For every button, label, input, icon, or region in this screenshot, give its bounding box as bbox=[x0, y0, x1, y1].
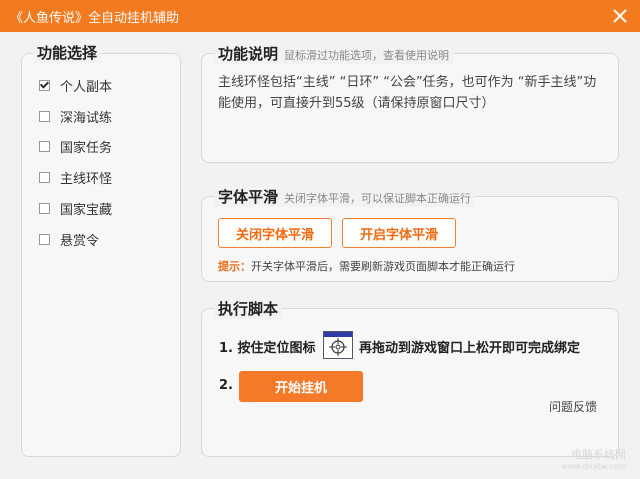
checkbox[interactable] bbox=[39, 110, 50, 122]
start-button[interactable]: 开始挂机 bbox=[239, 371, 363, 402]
watermark-line1: 电脑系统网 bbox=[571, 448, 626, 461]
option-label: 国家宝藏 bbox=[60, 202, 113, 218]
font-smoothing-tip: 提示：开关字体平滑后，需要刷新游戏页面脚本才能正确运行 bbox=[218, 258, 515, 274]
option-item[interactable]: 个人副本 bbox=[39, 75, 112, 95]
execute-legend: 执行脚本 bbox=[214, 298, 283, 319]
option-label: 悬赏令 bbox=[60, 233, 100, 249]
option-label: 国家任务 bbox=[60, 140, 113, 156]
checkbox[interactable] bbox=[39, 233, 50, 245]
feature-legend: 功能选择 bbox=[33, 42, 102, 63]
window-title: 《人鱼传说》全自动挂机辅助 bbox=[10, 11, 180, 26]
option-item[interactable]: 深海试练 bbox=[39, 106, 112, 126]
checkbox[interactable] bbox=[39, 79, 50, 91]
step2-label: 2. bbox=[219, 378, 233, 393]
option-label: 深海试练 bbox=[60, 110, 113, 126]
font-smoothing-hint: 关闭字体平滑，可以保证脚本正确运行 bbox=[284, 192, 472, 205]
tip-text: 开关字体平滑后，需要刷新游戏页面脚本才能正确运行 bbox=[251, 260, 515, 273]
description-text: 主线环怪包括“主线” “日环” “公会”任务，也可作为 “新手主线”功能使用，可… bbox=[218, 75, 597, 111]
step1-suffix: 再拖动到游戏窗口上松开即可完成绑定 bbox=[359, 341, 581, 356]
description-hint: 鼠标滑过功能选项，查看使用说明 bbox=[284, 49, 450, 62]
close-font-smoothing-button[interactable]: 关闭字体平滑 bbox=[218, 218, 332, 248]
step1-prefix: 1. 按住定位图标 bbox=[219, 341, 316, 356]
crosshair-target-icon[interactable] bbox=[323, 331, 353, 359]
checkbox[interactable] bbox=[39, 171, 50, 183]
font-smoothing-legend: 字体平滑 关闭字体平滑，可以保证脚本正确运行 bbox=[214, 186, 476, 207]
title-bar: 《人鱼传说》全自动挂机辅助 bbox=[0, 0, 640, 32]
option-label: 主线环怪 bbox=[60, 171, 113, 187]
watermark-line2: www.dnxtw.com bbox=[561, 462, 626, 471]
description-legend: 功能说明 鼠标滑过功能选项，查看使用说明 bbox=[214, 43, 454, 64]
checkbox[interactable] bbox=[39, 140, 50, 152]
checkbox[interactable] bbox=[39, 202, 50, 214]
watermark: 电脑系统网 www.dnxtw.com bbox=[561, 449, 626, 473]
execute-heading: 执行脚本 bbox=[218, 300, 279, 318]
option-item[interactable]: 主线环怪 bbox=[39, 167, 112, 187]
open-font-smoothing-button[interactable]: 开启字体平滑 bbox=[342, 218, 456, 248]
close-icon[interactable] bbox=[610, 6, 630, 26]
option-label: 个人副本 bbox=[60, 79, 113, 95]
option-item[interactable]: 国家任务 bbox=[39, 136, 112, 156]
description-heading: 功能说明 bbox=[218, 45, 279, 63]
option-item[interactable]: 悬赏令 bbox=[39, 229, 99, 249]
font-smoothing-heading: 字体平滑 bbox=[218, 188, 279, 206]
tip-label: 提示： bbox=[218, 260, 251, 273]
option-item[interactable]: 国家宝藏 bbox=[39, 198, 112, 218]
feedback-link[interactable]: 问题反馈 bbox=[549, 398, 597, 415]
